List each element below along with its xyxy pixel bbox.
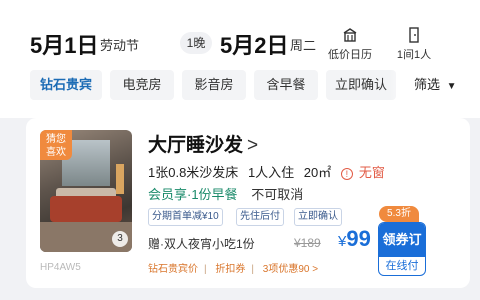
photo-sofa (50, 196, 122, 222)
book-button-label: 领券订 (379, 223, 425, 257)
recommend-badge: 猜您喜欢 (40, 130, 72, 160)
window-info: ! 无窗 (340, 165, 391, 180)
promo-diamond: 钻石贵宾价 (148, 264, 198, 275)
bed-info: 1张0.8米沙发床 (148, 165, 239, 180)
promo-coupon: 折扣券 (215, 264, 246, 275)
filter-chip-diamond[interactable]: 钻石贵宾 (30, 70, 102, 100)
member-breakfast: 会员享·1份早餐 (148, 187, 238, 202)
filter-chip-instant[interactable]: 立即确认 (326, 70, 396, 100)
book-button[interactable]: 领券订 在线付 (378, 222, 426, 276)
date-selector[interactable]: 5月1日 劳动节 1晚 5月2日 周二 低价日历 1间1人 (30, 26, 470, 61)
price-value: 99 (346, 226, 371, 251)
filter-sort-button[interactable]: 筛选 ▼ (414, 70, 457, 100)
calendar-building-icon (343, 28, 357, 42)
filter-bar: 钻石贵宾 电竞房 影音房 含早餐 立即确认 筛选 ▼ (30, 70, 480, 100)
warning-icon: ! (340, 168, 353, 180)
promo-separator: | (251, 264, 254, 275)
price-calendar-button[interactable]: 低价日历 (322, 26, 378, 62)
room-guest-label: 1间1人 (396, 49, 432, 61)
tag-instant-confirm: 立即确认 (294, 208, 342, 226)
room-specs: 1张0.8米沙发床 1人入住 20㎡ ! 无窗 (148, 162, 397, 181)
promo-total: 3项优惠90 > (262, 264, 319, 275)
room-policy: 会员享·1份早餐 不可取消 (148, 184, 303, 203)
filter-chip-theater[interactable]: 影音房 (182, 70, 246, 100)
book-button-sub: 在线付 (385, 260, 419, 272)
area-info: 20㎡ (303, 165, 332, 180)
photo-code: HP4AW5 (40, 262, 81, 273)
occupancy-info: 1人入住 (247, 165, 295, 180)
gift-info: 赠·双人夜宵小吃1份 (148, 237, 255, 251)
tag-installment: 分期首单减¥10 (148, 208, 223, 226)
photo-count-badge: 3 (112, 231, 128, 247)
room-title-text: 大厅睡沙发 (148, 135, 244, 156)
promo-line[interactable]: 钻石贵宾价 | 折扣券 | 3项优惠90 > (148, 260, 324, 275)
room-door-icon (409, 27, 419, 43)
checkin-holiday: 劳动节 (100, 38, 140, 53)
filter-chip-breakfast[interactable]: 含早餐 (254, 70, 318, 100)
filter-fade (390, 70, 414, 100)
original-price: ¥189 (294, 236, 321, 250)
search-header: 5月1日 劳动节 1晚 5月2日 周二 低价日历 1间1人 钻石贵宾 电竞房 影… (0, 0, 480, 118)
room-title[interactable]: 大厅睡沙发 > (148, 130, 258, 157)
caret-down-icon: ▼ (446, 81, 457, 92)
checkout-weekday: 周二 (290, 38, 317, 53)
checkin-date[interactable]: 5月1日 (30, 28, 98, 60)
filter-sort-label: 筛选 (414, 77, 441, 92)
nights-count: 1晚 (180, 32, 212, 54)
room-guest-button[interactable]: 1间1人 (386, 26, 442, 62)
room-card[interactable]: 猜您喜欢 3 HP4AW5 大厅睡沙发 > 1张0.8米沙发床 1人入住 20㎡ … (26, 118, 470, 288)
window-label: 无窗 (358, 165, 385, 180)
promo-separator: | (204, 264, 207, 275)
price-calendar-label: 低价日历 (328, 49, 372, 61)
sale-price: ¥99 (338, 226, 371, 252)
chevron-right-icon: > (247, 135, 259, 156)
cancel-policy: 不可取消 (251, 187, 304, 202)
tag-pay-later: 先住后付 (236, 208, 284, 226)
checkout-date[interactable]: 5月2日 (220, 28, 288, 60)
discount-badge: 5.3折 (379, 206, 419, 222)
photo-lamp (116, 164, 124, 194)
filter-chip-esports[interactable]: 电竞房 (110, 70, 174, 100)
